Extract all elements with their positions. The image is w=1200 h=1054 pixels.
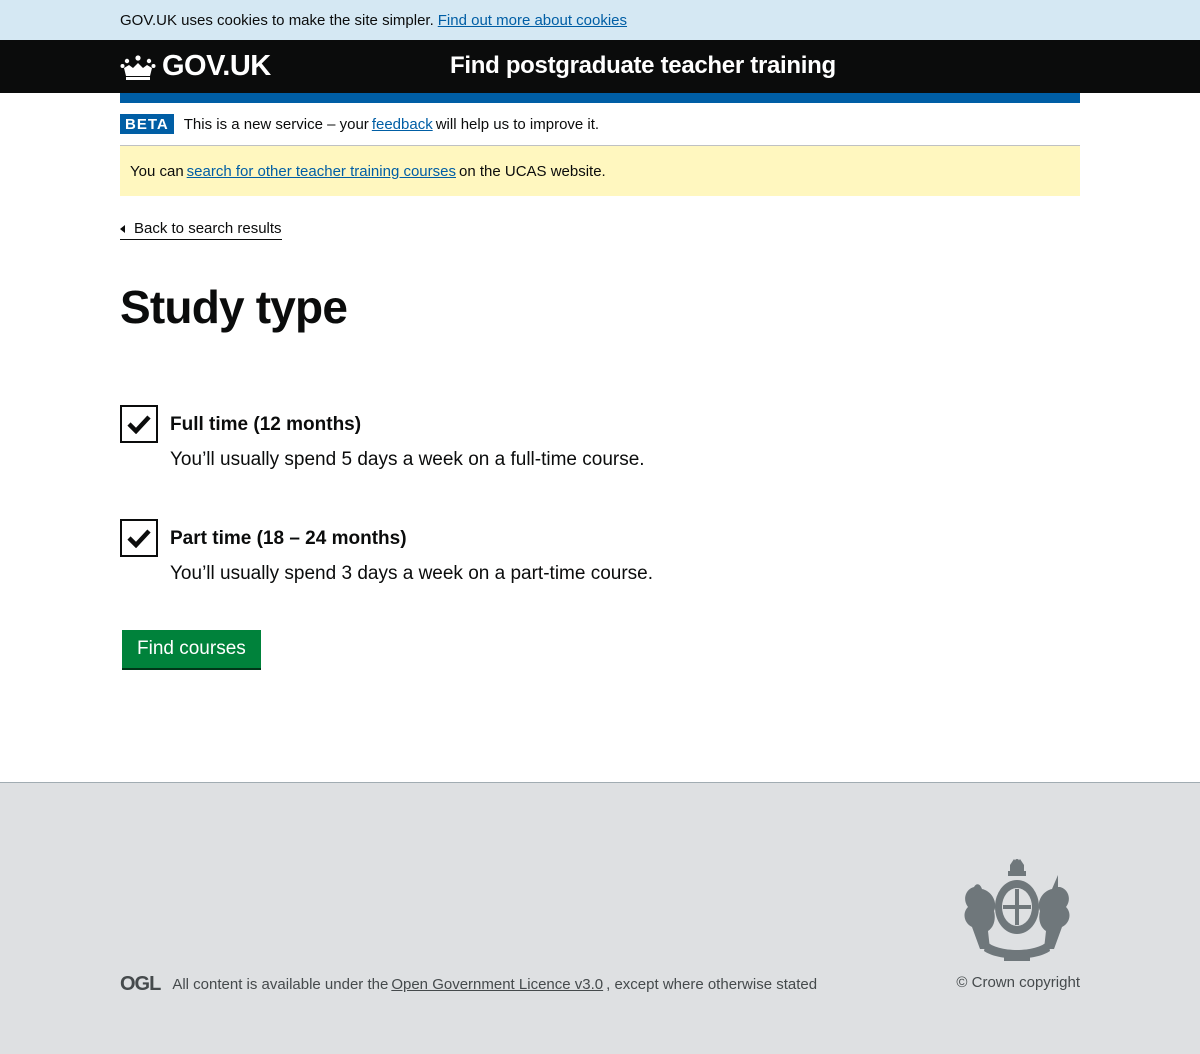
cookie-banner: GOV.UK uses cookies to make the site sim… [0, 0, 1200, 40]
main-container: BETA This is a new service – your feedbac… [120, 93, 1080, 668]
ogl-logo: OGL [120, 973, 161, 995]
cookie-info-link[interactable]: Find out more about cookies [438, 12, 627, 29]
crown-icon [120, 54, 156, 80]
part-time-checkbox[interactable] [120, 518, 158, 557]
notice-text-after: on the UCAS website. [458, 162, 606, 180]
ucas-search-link[interactable]: search for other teacher training course… [187, 163, 456, 180]
back-link-label: Back to search results [134, 220, 282, 237]
service-name-link[interactable]: Find postgraduate teacher training [450, 52, 836, 80]
licence-text-after: , except where otherwise stated [606, 976, 818, 993]
open-government-licence-link[interactable]: Open Government Licence v3.0 [391, 976, 603, 993]
full-time-hint: You’ll usually spend 5 days a week on a … [170, 448, 645, 470]
full-time-checkbox[interactable] [120, 404, 158, 443]
back-arrow-icon [120, 224, 125, 233]
beta-tag: BETA [120, 114, 174, 134]
find-courses-button[interactable]: Find courses [122, 629, 261, 668]
cookie-banner-text: GOV.UK uses cookies to make the site sim… [120, 11, 434, 29]
phase-banner-text: This is a new service – your feedback will… [184, 116, 599, 133]
logo-text: GOV.UK [162, 50, 271, 82]
header-blue-rule [120, 93, 1080, 103]
royal-crest-icon [964, 859, 1070, 961]
govuk-logo-link[interactable]: GOV.UK [120, 50, 271, 83]
feedback-link[interactable]: feedback [372, 116, 433, 133]
site-footer: OGL All content is available under the Op… [0, 782, 1200, 1054]
site-header: GOV.UK Find postgraduate teacher trainin… [0, 40, 1200, 93]
crown-copyright: © Crown copyright [956, 974, 1080, 991]
full-time-label[interactable]: Full time (12 months) [170, 414, 645, 436]
notice-text-before: You can [130, 162, 184, 180]
licence-text-before: All content is available under the [172, 976, 389, 993]
phase-banner: BETA This is a new service – your feedbac… [120, 103, 1080, 146]
option-full-time: Full time (12 months) You’ll usually spe… [120, 404, 1080, 471]
part-time-label[interactable]: Part time (18 – 24 months) [170, 528, 653, 550]
option-part-time: Part time (18 – 24 months) You’ll usuall… [120, 518, 1080, 585]
phase-text-before: This is a new service – your [183, 115, 369, 133]
licence-statement: OGL All content is available under the Op… [120, 973, 817, 996]
checkmark-icon [127, 415, 151, 434]
back-link[interactable]: Back to search results [120, 220, 282, 240]
part-time-hint: You’ll usually spend 3 days a week on a … [170, 562, 654, 584]
ucas-notice: You can search for other teacher training… [120, 146, 1080, 196]
phase-text-after: will help us to improve it. [435, 115, 600, 133]
page-title: Study type [120, 281, 348, 333]
checkmark-icon [127, 529, 151, 548]
